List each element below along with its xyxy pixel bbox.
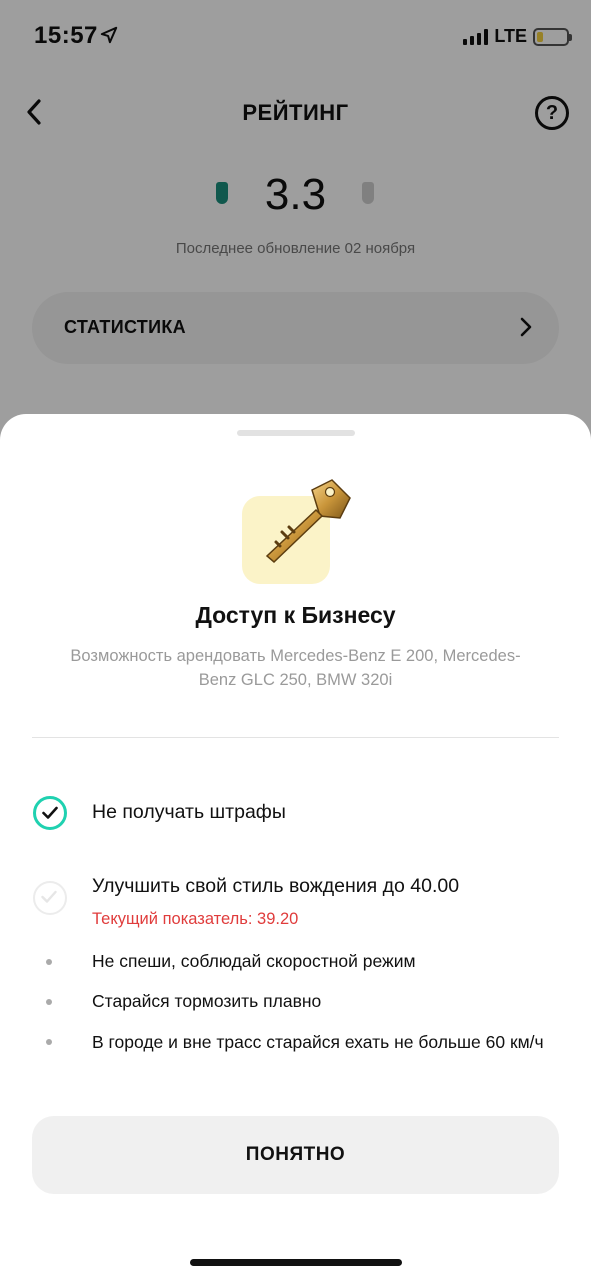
current-score: Текущий показатель: 39.20	[92, 910, 299, 928]
sheet-title: Доступ к Бизнесу	[195, 602, 396, 628]
divider	[32, 737, 559, 738]
home-indicator[interactable]	[190, 1259, 402, 1266]
tip-item: Не спеши, соблюдай скоростной режим	[92, 951, 416, 971]
sheet-subtitle: Возможность арендовать Mercedes-Benz E 2…	[70, 647, 521, 689]
requirement-driving-style: Улучшить свой стиль вождения до 40.00	[92, 875, 460, 897]
ok-button[interactable]: ПОНЯТНО	[32, 1116, 559, 1194]
bottom-sheet: Доступ к Бизнесу Возможность арендовать …	[0, 414, 591, 1280]
bullet-icon	[46, 999, 52, 1005]
requirement-pending-icon	[33, 881, 67, 915]
bullet-icon	[46, 959, 52, 965]
tip-item: Старайся тормозить плавно	[92, 991, 322, 1011]
key-icon	[265, 479, 351, 564]
checkmark-icon	[42, 806, 58, 819]
requirement-done-icon	[33, 796, 67, 830]
tip-item: В городе и вне трасс старайся ехать не б…	[92, 1032, 544, 1052]
bullet-icon	[46, 1039, 52, 1045]
sheet-grabber[interactable]	[237, 430, 355, 436]
requirement-fines: Не получать штрафы	[92, 801, 286, 823]
checkmark-icon	[41, 890, 57, 903]
